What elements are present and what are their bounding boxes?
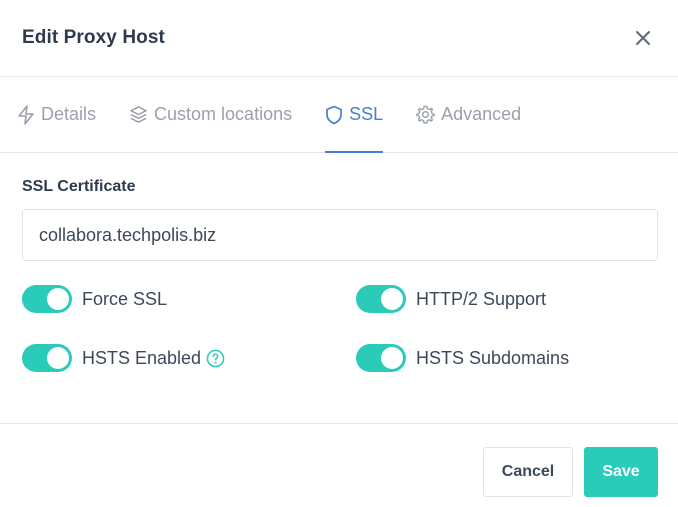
tab-ssl[interactable]: SSL [325,77,384,153]
layers-icon [130,106,147,123]
ssl-certificate-select[interactable]: collabora.techpolis.biz [22,209,658,261]
dialog-header: Edit Proxy Host [0,0,678,77]
http2-support-label: HTTP/2 Support [416,288,547,309]
http2-support-toggle[interactable]: HTTP/2 Support [356,285,546,313]
force-ssl-toggle[interactable]: Force SSL [22,285,167,313]
ssl-certificate-value: collabora.techpolis.biz [39,224,217,245]
close-icon[interactable] [632,27,654,49]
tab-details-label: Details [41,104,97,124]
tab-ssl-label: SSL [349,104,384,124]
cancel-button[interactable]: Cancel [483,447,573,497]
dialog-title: Edit Proxy Host [22,27,165,48]
ssl-options: Force SSL HTTP/2 Support HSTS Enabled HS… [22,281,658,401]
hsts-subdomains-toggle[interactable]: HSTS Subdomains [356,344,569,372]
ssl-panel: SSL Certificate collabora.techpolis.biz … [0,153,678,401]
lightning-icon [18,104,34,125]
edit-proxy-host-dialog: Edit Proxy Host Details Custom locations [0,0,678,506]
tab-details[interactable]: Details [17,77,96,152]
tab-bar: Details Custom locations SSL Advanced [0,77,678,153]
tab-custom-locations-label: Custom locations [154,104,293,124]
hsts-subdomains-label: HSTS Subdomains [416,347,570,368]
hsts-enabled-switch[interactable] [22,344,72,372]
hsts-enabled-toggle[interactable]: HSTS Enabled [22,344,225,372]
dialog-footer: Cancel Save [0,423,678,507]
tab-custom-locations[interactable]: Custom locations [129,77,292,152]
tab-advanced-label: Advanced [441,104,522,124]
hsts-enabled-label: HSTS Enabled [82,347,202,368]
shield-icon [326,105,342,124]
ssl-certificate-label: SSL Certificate [22,178,136,195]
tab-advanced[interactable]: Advanced [416,77,521,152]
hsts-subdomains-switch[interactable] [356,344,406,372]
gear-icon [416,105,435,124]
help-icon[interactable] [206,349,225,368]
save-button[interactable]: Save [584,447,658,497]
http2-support-switch[interactable] [356,285,406,313]
force-ssl-switch[interactable] [22,285,72,313]
force-ssl-label: Force SSL [82,288,168,309]
